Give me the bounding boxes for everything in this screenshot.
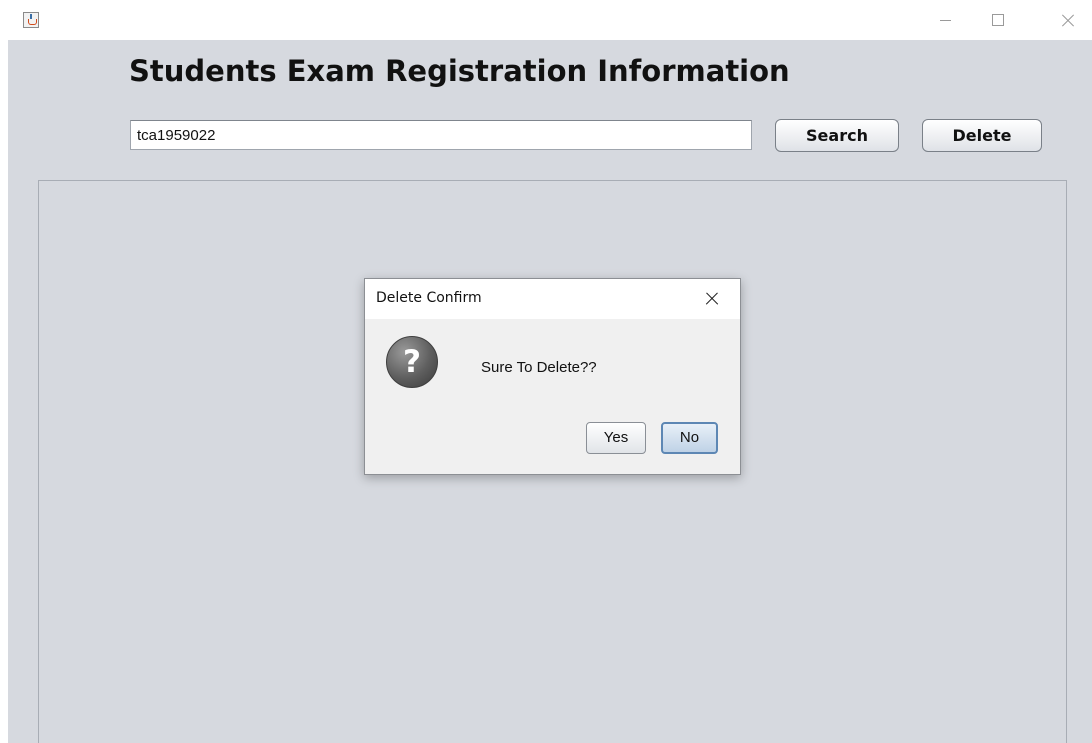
page-title: Students Exam Registration Information bbox=[129, 54, 790, 88]
yes-button[interactable]: Yes bbox=[586, 422, 646, 454]
question-mark-glyph: ? bbox=[403, 344, 421, 380]
maximize-icon[interactable] bbox=[978, 4, 1018, 34]
dialog-message: Sure To Delete?? bbox=[481, 359, 597, 376]
delete-button[interactable]: Delete bbox=[922, 119, 1042, 152]
app-icon-cup bbox=[28, 19, 37, 25]
delete-confirm-dialog: Delete Confirm ? Sure To Delete?? Yes No bbox=[364, 278, 741, 475]
no-button[interactable]: No bbox=[661, 422, 718, 454]
search-input[interactable] bbox=[130, 120, 752, 150]
minimize-icon[interactable] bbox=[926, 4, 966, 34]
search-button[interactable]: Search bbox=[775, 119, 899, 152]
dialog-close-icon[interactable] bbox=[700, 288, 724, 310]
question-icon: ? bbox=[386, 336, 438, 388]
dialog-titlebar: Delete Confirm bbox=[365, 279, 740, 319]
window-titlebar bbox=[0, 0, 1092, 40]
dialog-title: Delete Confirm bbox=[376, 290, 482, 306]
close-icon[interactable] bbox=[1047, 4, 1087, 34]
java-coffee-cup-icon[interactable] bbox=[23, 12, 39, 28]
